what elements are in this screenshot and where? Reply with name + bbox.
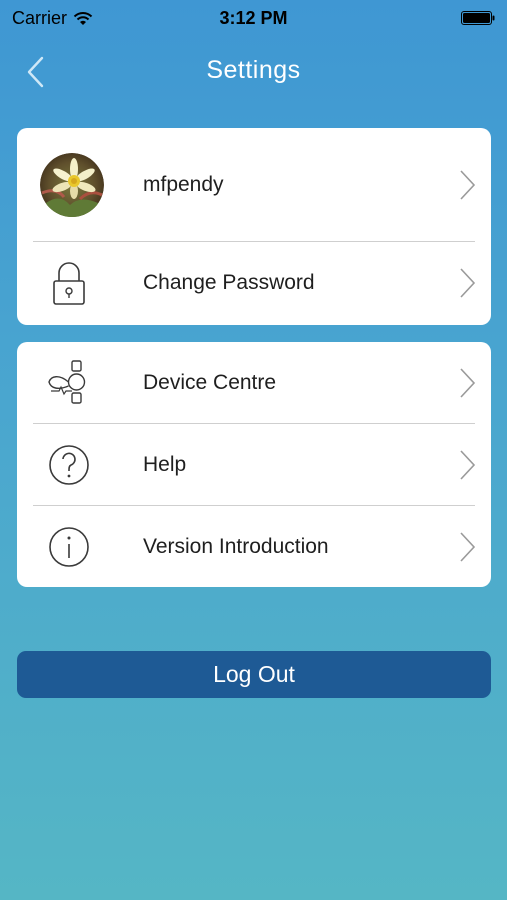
device-centre-label: Device Centre	[143, 371, 277, 394]
page-title: Settings	[206, 56, 301, 84]
chevron-right-icon	[460, 450, 476, 480]
help-label: Help	[143, 453, 187, 476]
chevron-right-icon	[460, 532, 476, 562]
info-icon	[49, 527, 89, 567]
status-bar: Carrier 3:12 PM	[0, 0, 507, 36]
chevron-right-icon	[460, 170, 476, 200]
change-password-label: Change Password	[143, 271, 315, 294]
device-icon	[48, 360, 86, 404]
chevron-right-icon	[460, 268, 476, 298]
username-label: mfpendy	[143, 173, 224, 196]
change-password-row[interactable]: Change Password	[17, 242, 491, 324]
version-introduction-label: Version Introduction	[143, 535, 329, 558]
profile-row[interactable]: mfpendy	[17, 128, 491, 242]
flower-avatar-image	[40, 153, 104, 217]
navigation-bar: Settings	[0, 40, 507, 104]
account-card: mfpendy Change Password	[17, 128, 491, 325]
version-introduction-row[interactable]: Version Introduction	[17, 506, 491, 587]
help-row[interactable]: Help	[17, 424, 491, 506]
chevron-right-icon	[460, 368, 476, 398]
help-icon	[49, 445, 89, 485]
device-centre-row[interactable]: Device Centre	[17, 342, 491, 424]
app-card: Device Centre Help Version Introduction	[17, 342, 491, 587]
status-time: 3:12 PM	[219, 8, 288, 28]
battery-icon	[461, 11, 495, 25]
avatar	[40, 153, 104, 217]
lock-icon	[53, 262, 85, 305]
log-out-button[interactable]: Log Out	[17, 651, 491, 698]
